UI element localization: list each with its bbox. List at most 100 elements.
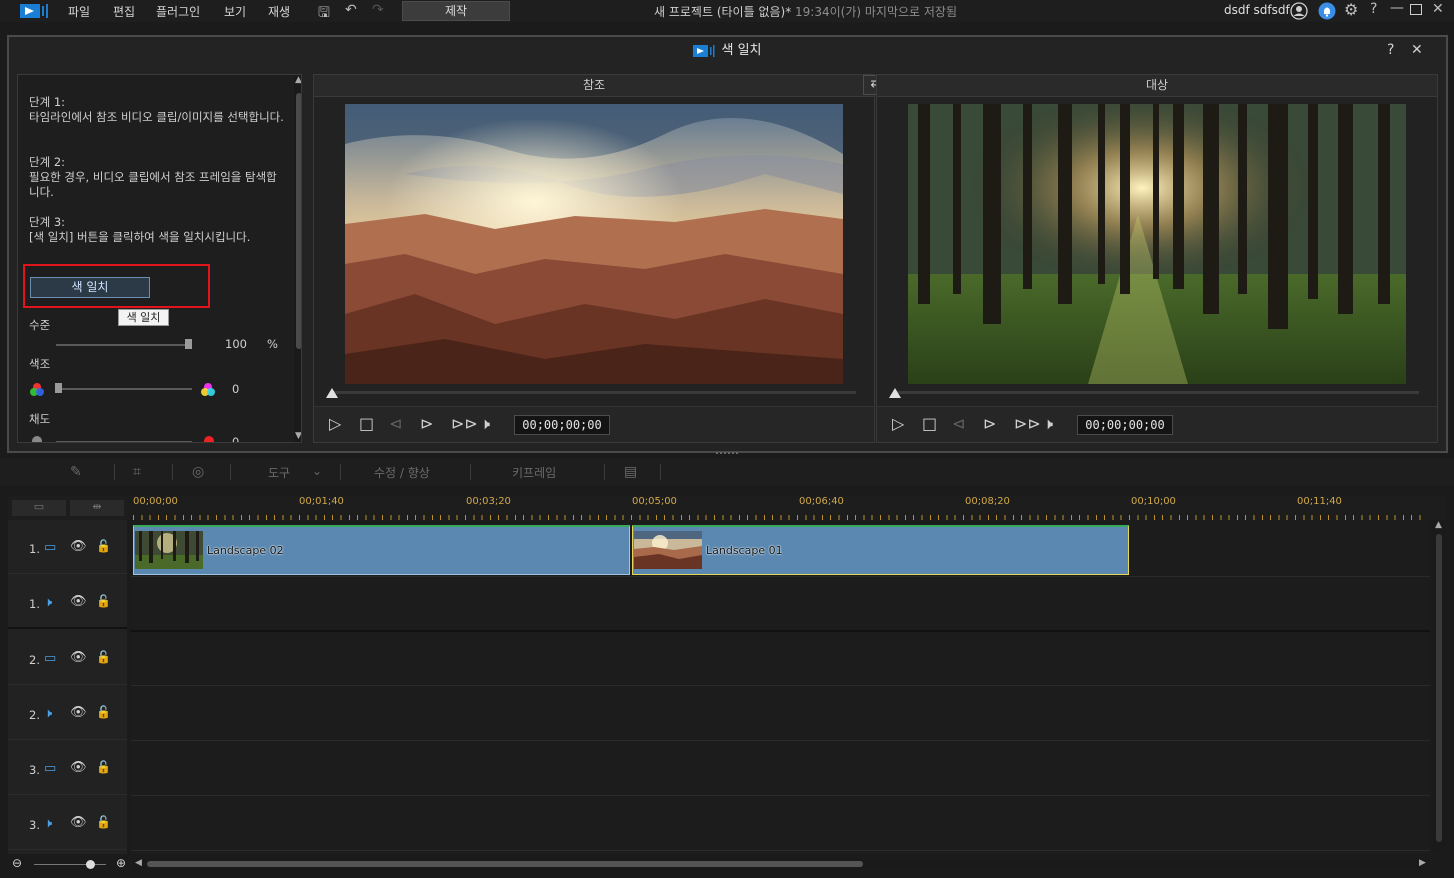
menu-edit[interactable]: 편집: [113, 3, 135, 20]
scroll-left-icon[interactable]: ◀: [135, 858, 142, 868]
video-track-icon: ▭: [44, 651, 57, 666]
scroll-right-icon[interactable]: ▶: [1419, 858, 1426, 868]
track-header-video-1[interactable]: 1. ▭ 👁 🔓: [8, 520, 127, 574]
lock-icon[interactable]: 🔓: [96, 594, 111, 608]
scroll-down-icon[interactable]: ▼: [295, 431, 301, 441]
level-slider-thumb[interactable]: [185, 339, 192, 349]
saturation-slider-track[interactable]: [56, 441, 192, 442]
reference-pane-header: 참조: [314, 75, 874, 97]
zoom-out-icon[interactable]: ⊖: [12, 856, 22, 870]
keyframe-button[interactable]: 키프레임: [512, 464, 556, 481]
fit-timeline-icon[interactable]: ⇹: [70, 500, 124, 516]
stop-icon[interactable]: □: [359, 414, 374, 433]
scroll-up-icon[interactable]: ▲: [1435, 520, 1442, 530]
vertical-scroll-thumb[interactable]: [1436, 534, 1442, 842]
track-header-video-2[interactable]: 2. ▭ 👁 🔓: [8, 631, 127, 685]
timer-icon[interactable]: ◎: [192, 464, 204, 480]
visibility-eye-icon[interactable]: 👁: [70, 594, 87, 609]
close-icon[interactable]: ✕: [1432, 1, 1444, 17]
hue-slider-track[interactable]: [56, 388, 192, 390]
saturation-high-icon: [204, 436, 214, 442]
visibility-eye-icon[interactable]: 👁: [70, 760, 87, 775]
clip-label: Landscape 02: [207, 544, 284, 557]
stop-icon[interactable]: □: [922, 414, 937, 433]
visibility-eye-icon[interactable]: 👁: [70, 650, 87, 665]
help-icon[interactable]: ?: [1370, 1, 1377, 17]
visibility-eye-icon[interactable]: 👁: [70, 705, 87, 720]
fix-enhance-button[interactable]: 수정 / 향상: [374, 464, 430, 481]
save-icon[interactable]: 🖫: [318, 2, 330, 26]
track-header-audio-3[interactable]: 3. 🕨 👁 🔓: [8, 796, 127, 850]
subtitle-icon[interactable]: ▤: [624, 464, 637, 480]
zoom-slider-thumb[interactable]: [86, 860, 95, 869]
lock-icon[interactable]: 🔓: [96, 650, 111, 664]
pen-icon[interactable]: ✎: [70, 464, 82, 480]
settings-icon[interactable]: ⚙: [1344, 0, 1358, 19]
username[interactable]: dsdf sdfsdf: [1224, 3, 1290, 17]
reference-seek-bar[interactable]: [332, 391, 856, 394]
clip-landscape-01[interactable]: Landscape 01: [632, 525, 1129, 575]
level-slider-track[interactable]: [56, 344, 192, 346]
lock-icon[interactable]: 🔓: [96, 760, 111, 774]
visibility-eye-icon[interactable]: 👁: [70, 539, 87, 554]
target-seek-bar[interactable]: [895, 391, 1419, 394]
redo-icon[interactable]: ↷: [372, 2, 384, 18]
track-header-audio-2[interactable]: 2. 🕨 👁 🔓: [8, 686, 127, 740]
scroll-up-icon[interactable]: ▲: [295, 75, 301, 85]
lock-icon[interactable]: 🔓: [96, 539, 111, 553]
panel-scrollbar[interactable]: ▲ ▼: [294, 75, 301, 442]
track-header-video-3[interactable]: 3. ▭ 👁 🔓: [8, 741, 127, 795]
target-seek-thumb[interactable]: [889, 388, 901, 398]
play-icon[interactable]: ▷: [892, 414, 904, 433]
previous-frame-icon[interactable]: ⊲: [952, 414, 965, 433]
timeline-vertical-scrollbar[interactable]: ▲: [1432, 520, 1446, 854]
previous-frame-icon[interactable]: ⊲: [389, 414, 402, 433]
tools-menu[interactable]: 도구: [268, 464, 290, 481]
maximize-icon[interactable]: [1410, 4, 1422, 15]
dialog-close-icon[interactable]: ✕: [1411, 42, 1423, 58]
target-timecode[interactable]: 00;00;00;00: [1077, 415, 1173, 435]
menu-playback[interactable]: 재생: [268, 3, 290, 20]
fast-forward-icon[interactable]: ⊳⊳: [1014, 414, 1041, 433]
clip-label: Landscape 01: [706, 544, 783, 557]
panel-scrollbar-thumb[interactable]: [296, 93, 301, 349]
dialog-help-icon[interactable]: ?: [1387, 42, 1394, 58]
lock-icon[interactable]: 🔓: [96, 815, 111, 829]
minimize-icon[interactable]: —: [1390, 0, 1404, 16]
crop-icon[interactable]: ⌗: [133, 464, 141, 480]
undo-icon[interactable]: ↶: [345, 2, 357, 18]
zoom-in-icon[interactable]: ⊕: [116, 856, 126, 870]
tick-label: 00;10;00: [1131, 496, 1176, 507]
toolbar-divider: [470, 464, 471, 480]
menu-file[interactable]: 파일: [68, 3, 90, 20]
horizontal-scroll-thumb[interactable]: [147, 861, 863, 867]
chevron-down-icon[interactable]: ⌄: [312, 464, 322, 478]
reference-timecode[interactable]: 00;00;00;00: [514, 415, 610, 435]
play-icon[interactable]: ▷: [329, 414, 341, 433]
next-frame-icon[interactable]: ⊳: [420, 414, 433, 433]
dialog-title: 색 일치: [721, 43, 762, 58]
toolbar-divider: [114, 464, 115, 480]
track-header-audio-1[interactable]: 1. 🕨 👁 🔓: [8, 575, 127, 629]
volume-icon[interactable]: 🕨: [1043, 414, 1053, 434]
lock-icon[interactable]: 🔓: [96, 705, 111, 719]
visibility-eye-icon[interactable]: 👁: [70, 815, 87, 830]
menu-view[interactable]: 보기: [224, 3, 246, 20]
zoom-slider-track[interactable]: [34, 864, 106, 865]
track-manager-icon[interactable]: ▭: [12, 500, 66, 516]
produce-button[interactable]: 제작: [402, 1, 510, 21]
reference-seek-thumb[interactable]: [326, 388, 338, 398]
notification-icon[interactable]: [1318, 2, 1336, 20]
fast-forward-icon[interactable]: ⊳⊳: [451, 414, 478, 433]
hue-slider-thumb[interactable]: [55, 383, 62, 393]
menu-plugins[interactable]: 플러그인: [156, 3, 200, 20]
app-logo-icon[interactable]: [20, 3, 50, 19]
next-frame-icon[interactable]: ⊳: [983, 414, 996, 433]
track-divider: [131, 630, 1430, 632]
timeline-tracks[interactable]: Landscape 02 Landscape 01: [131, 520, 1430, 854]
resize-handle[interactable]: [716, 452, 738, 456]
clip-landscape-02[interactable]: Landscape 02: [133, 525, 630, 575]
volume-icon[interactable]: 🕨: [480, 414, 490, 434]
account-icon[interactable]: [1290, 2, 1308, 20]
timeline-horizontal-scrollbar[interactable]: ◀ ▶: [133, 858, 1429, 870]
